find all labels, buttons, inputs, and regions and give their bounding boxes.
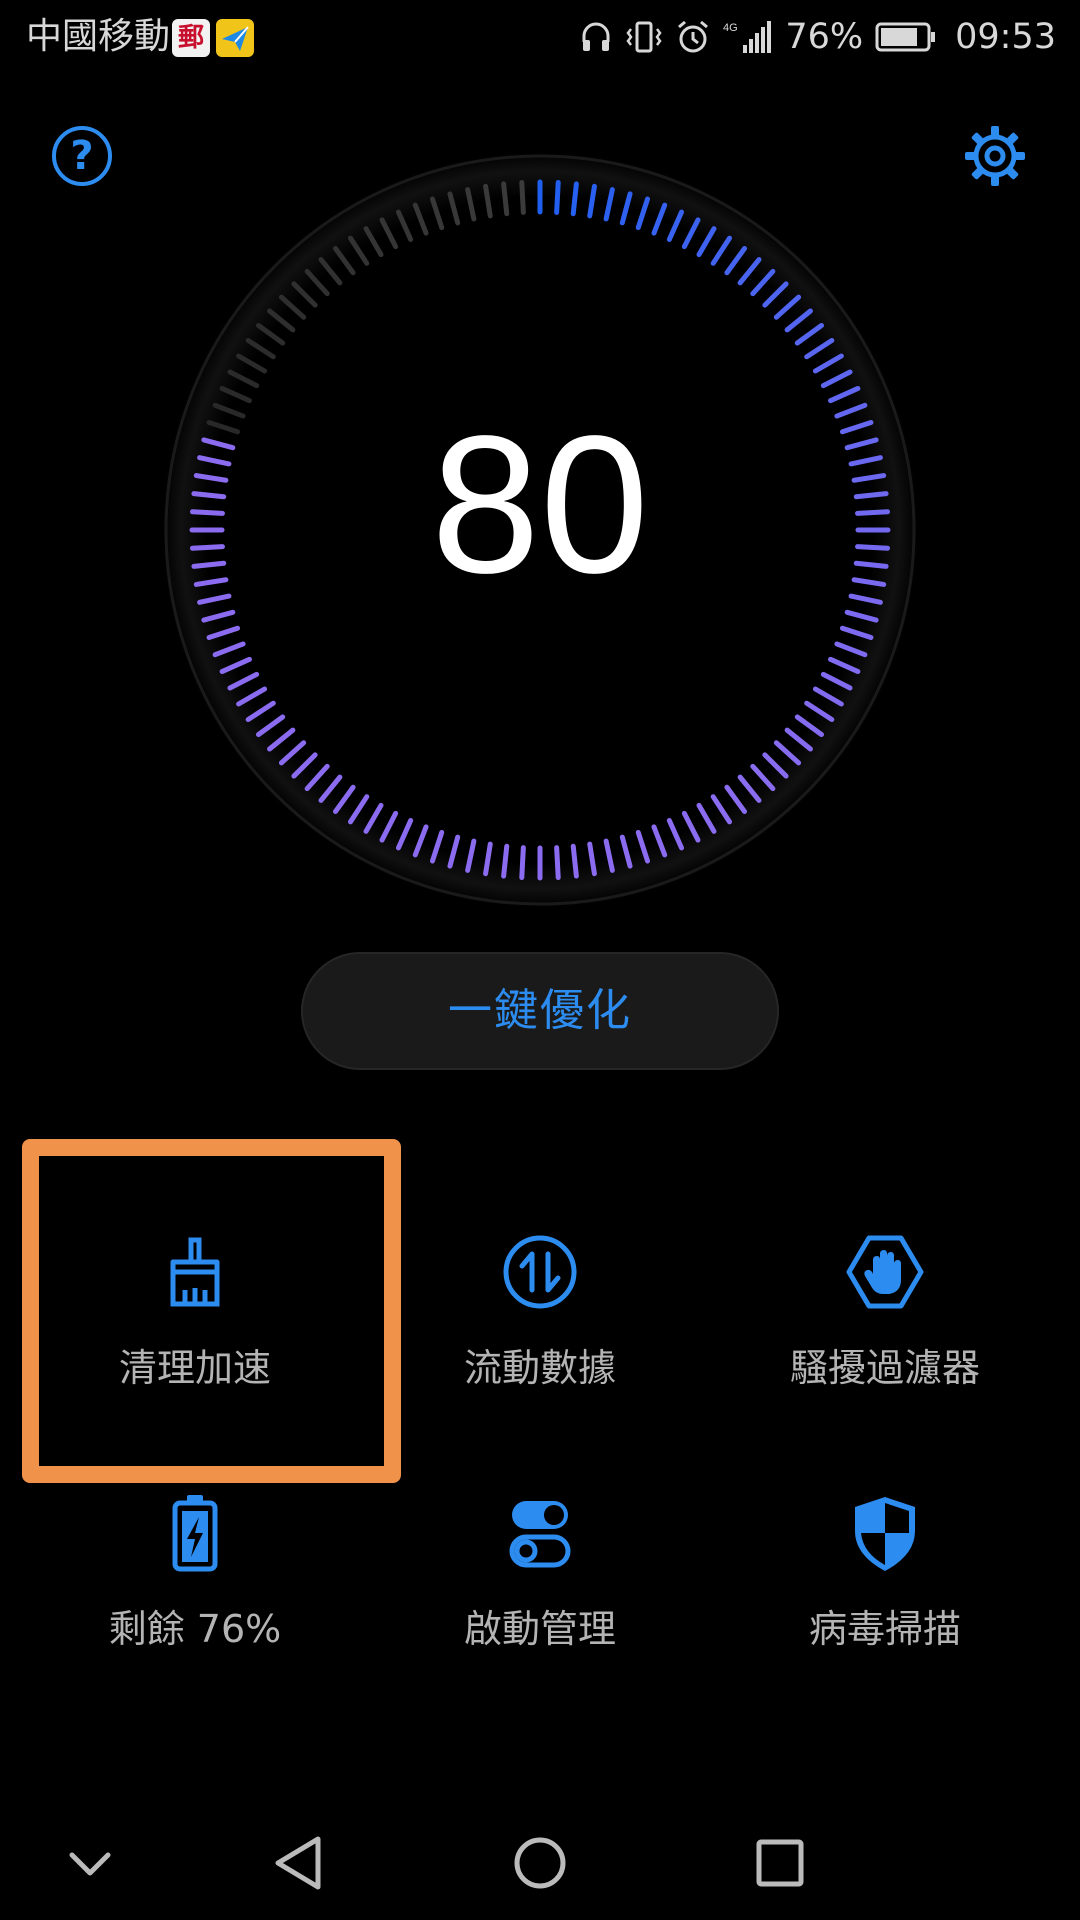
status-bar: 中國移動 郵 4G 76% 09:53 bbox=[0, 0, 1080, 76]
gauge-tick bbox=[519, 845, 526, 881]
tool-label: 病毒掃描 bbox=[808, 1607, 961, 1651]
back-triangle-icon[interactable] bbox=[260, 1823, 340, 1903]
hand-block-icon bbox=[846, 1235, 924, 1309]
highlight-box bbox=[22, 1139, 401, 1483]
chevron-down-icon[interactable] bbox=[50, 1823, 130, 1903]
help-icon[interactable]: ? bbox=[52, 126, 112, 186]
carrier-name: 中國移動 bbox=[26, 16, 171, 57]
shield-icon bbox=[855, 1497, 915, 1571]
gauge-tick bbox=[554, 845, 561, 881]
tool-label: 剩餘 76% bbox=[108, 1607, 282, 1651]
status-icons: 4G 76% 09:53 bbox=[579, 12, 1056, 62]
optimize-button[interactable]: 一鍵優化 bbox=[301, 952, 779, 1070]
battery-icon bbox=[875, 22, 936, 52]
tool-harassment-filter[interactable]: 騷擾過濾器 bbox=[705, 1232, 1065, 1482]
tool-mobile-data[interactable]: 流動數據 bbox=[360, 1232, 720, 1482]
gauge-tick bbox=[855, 509, 891, 516]
score-value: 80 bbox=[430, 395, 649, 614]
alarm-icon bbox=[678, 20, 709, 53]
gauge-tick bbox=[570, 181, 579, 217]
data-transfer-icon bbox=[503, 1235, 577, 1309]
tool-label: 啟動管理 bbox=[463, 1607, 616, 1651]
signal-icon: 4G bbox=[723, 21, 772, 53]
gauge-tick bbox=[855, 544, 891, 551]
tool-startup-manager[interactable]: 啟動管理 bbox=[360, 1493, 720, 1743]
gauge-tick bbox=[191, 560, 227, 569]
network-type: 4G bbox=[723, 22, 738, 34]
gauge-tick bbox=[189, 544, 225, 551]
tool-label: 騷擾過濾器 bbox=[789, 1346, 980, 1390]
toggle-switch-icon bbox=[509, 1501, 571, 1568]
battery-bolt-icon bbox=[172, 1495, 218, 1572]
gauge-tick bbox=[501, 843, 510, 879]
tool-battery[interactable]: 剩餘 76% bbox=[15, 1493, 375, 1743]
gear-icon[interactable] bbox=[963, 124, 1027, 188]
tool-label: 流動數據 bbox=[463, 1346, 616, 1390]
mail-notification-icon: 郵 bbox=[172, 19, 210, 57]
gauge-tick bbox=[853, 491, 889, 500]
gauge-tick bbox=[570, 843, 579, 879]
gauge-tick bbox=[853, 560, 889, 569]
clock: 09:53 bbox=[955, 17, 1056, 57]
gauge-tick bbox=[554, 179, 561, 215]
battery-percent: 76% bbox=[785, 17, 864, 57]
vibrate-icon bbox=[626, 21, 662, 53]
gauge-tick bbox=[191, 491, 227, 500]
recents-square-icon[interactable] bbox=[740, 1823, 820, 1903]
headset-icon bbox=[582, 22, 610, 51]
gauge-tick bbox=[519, 179, 526, 215]
gauge-tick bbox=[189, 509, 225, 516]
tool-virus-scan[interactable]: 病毒掃描 bbox=[705, 1493, 1065, 1743]
home-circle-icon[interactable] bbox=[500, 1823, 580, 1903]
gauge-tick bbox=[501, 181, 510, 217]
send-notification-icon bbox=[216, 19, 254, 57]
